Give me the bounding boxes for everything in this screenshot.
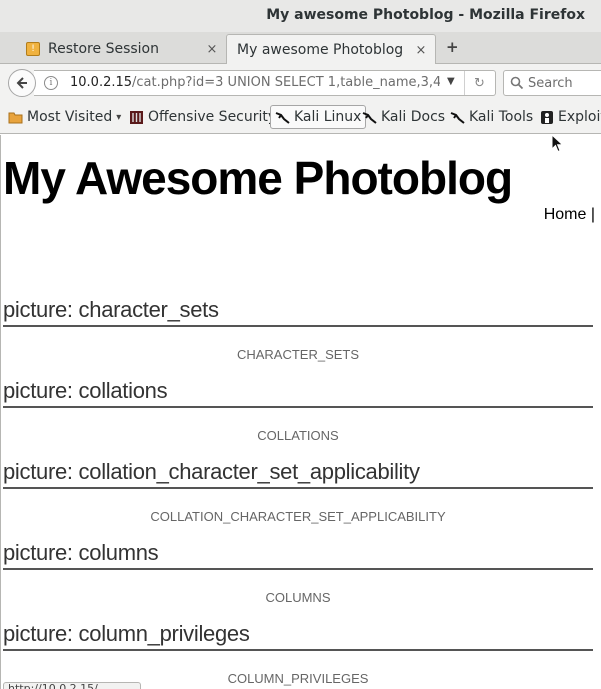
restore-session-favicon-icon: ! <box>26 42 40 56</box>
search-icon <box>510 76 524 90</box>
search-input[interactable] <box>528 74 601 92</box>
tab-restore-session[interactable]: ! Restore Session × <box>20 34 226 64</box>
url-bar[interactable]: i 10.0.2.15/cat.php?id=3 UNION SELECT 1,… <box>34 70 496 96</box>
post-heading[interactable]: picture: collations <box>3 378 593 408</box>
bookmark-label: Kali Docs <box>381 109 446 125</box>
back-arrow-icon <box>16 77 27 89</box>
post-heading[interactable]: picture: column_privileges <box>3 621 593 651</box>
exploit-db-icon <box>541 110 553 124</box>
post-caption: COLLATION_CHARACTER_SET_APPLICABILITY <box>150 509 446 524</box>
kali-dragon-icon <box>275 111 290 124</box>
site-title: My Awesome Photoblog <box>3 152 513 204</box>
tab-label: My awesome Photoblog <box>237 42 404 58</box>
post-item: picture: collations COLLATIONS <box>3 378 593 443</box>
reload-button[interactable]: ↻ <box>464 71 494 95</box>
post-caption: COLLATIONS <box>257 428 339 443</box>
bookmark-exploit-db[interactable]: Exploit <box>538 105 601 129</box>
url-text[interactable]: 10.0.2.15/cat.php?id=3 UNION SELECT 1,ta… <box>70 75 440 90</box>
nav-home-link[interactable]: Home | <box>544 206 595 224</box>
window-titlebar: My awesome Photoblog - Mozilla Firefox <box>0 0 601 32</box>
bookmark-label: Kali Tools <box>469 109 534 125</box>
bookmark-label: Kali Linux <box>294 109 362 125</box>
tab-strip: ! Restore Session × My awesome Photoblog… <box>0 32 601 65</box>
post-caption: COLUMNS <box>265 590 331 605</box>
search-bar[interactable] <box>503 70 601 96</box>
bookmark-kali-docs[interactable]: Kali Docs <box>360 105 447 129</box>
info-icon[interactable]: i <box>44 76 58 90</box>
bookmarks-toolbar: Most Visited ▾ Offensive Security Kali L… <box>0 100 601 134</box>
bookmark-label: Most Visited <box>27 109 113 125</box>
new-tab-button[interactable]: + <box>446 38 459 56</box>
post-heading[interactable]: picture: columns <box>3 540 593 570</box>
bookmark-label: Offensive Security <box>148 109 277 125</box>
post-item: picture: columns COLUMNS <box>3 540 593 605</box>
url-path: /cat.php?id=3 UNION SELECT 1,table_name,… <box>132 75 440 90</box>
back-button[interactable] <box>8 69 36 97</box>
kali-dragon-icon <box>450 111 465 124</box>
post-heading[interactable]: picture: collation_character_set_applica… <box>3 459 593 489</box>
url-host: 10.0.2.15 <box>70 75 133 90</box>
window-title: My awesome Photoblog - Mozilla Firefox <box>266 7 585 23</box>
page-content: My Awesome Photoblog Home | picture: cha… <box>0 135 601 689</box>
post-caption: CHARACTER_SETS <box>236 347 360 362</box>
tab-close-icon[interactable]: × <box>204 42 220 57</box>
bookmark-most-visited[interactable]: Most Visited ▾ <box>6 105 123 129</box>
post-heading[interactable]: picture: character_sets <box>3 297 593 327</box>
post-item: picture: collation_character_set_applica… <box>3 459 593 524</box>
bookmark-label: Exploit <box>558 109 601 125</box>
folder-icon <box>8 112 23 123</box>
post-item: picture: character_sets CHARACTER_SETS <box>3 297 593 362</box>
kali-dragon-icon <box>362 111 377 124</box>
navigation-toolbar: i 10.0.2.15/cat.php?id=3 UNION SELECT 1,… <box>0 64 601 100</box>
bookmark-kali-linux[interactable]: Kali Linux <box>270 105 367 129</box>
post-item: picture: column_privileges COLUMN_PRIVIL… <box>3 621 593 686</box>
tab-photoblog[interactable]: My awesome Photoblog × <box>226 34 436 65</box>
mouse-pointer-icon <box>551 134 564 153</box>
chevron-down-icon: ▾ <box>116 111 122 123</box>
url-history-dropdown-icon[interactable]: ▼ <box>447 76 455 87</box>
bookmark-offensive-security[interactable]: Offensive Security <box>127 105 278 129</box>
tab-label: Restore Session <box>48 41 159 57</box>
tab-close-icon[interactable]: × <box>413 43 429 58</box>
link-status-bar: http://10.0.2.15/... <box>3 682 141 689</box>
offensive-security-icon <box>130 110 143 124</box>
bookmark-kali-tools[interactable]: Kali Tools <box>448 105 535 129</box>
